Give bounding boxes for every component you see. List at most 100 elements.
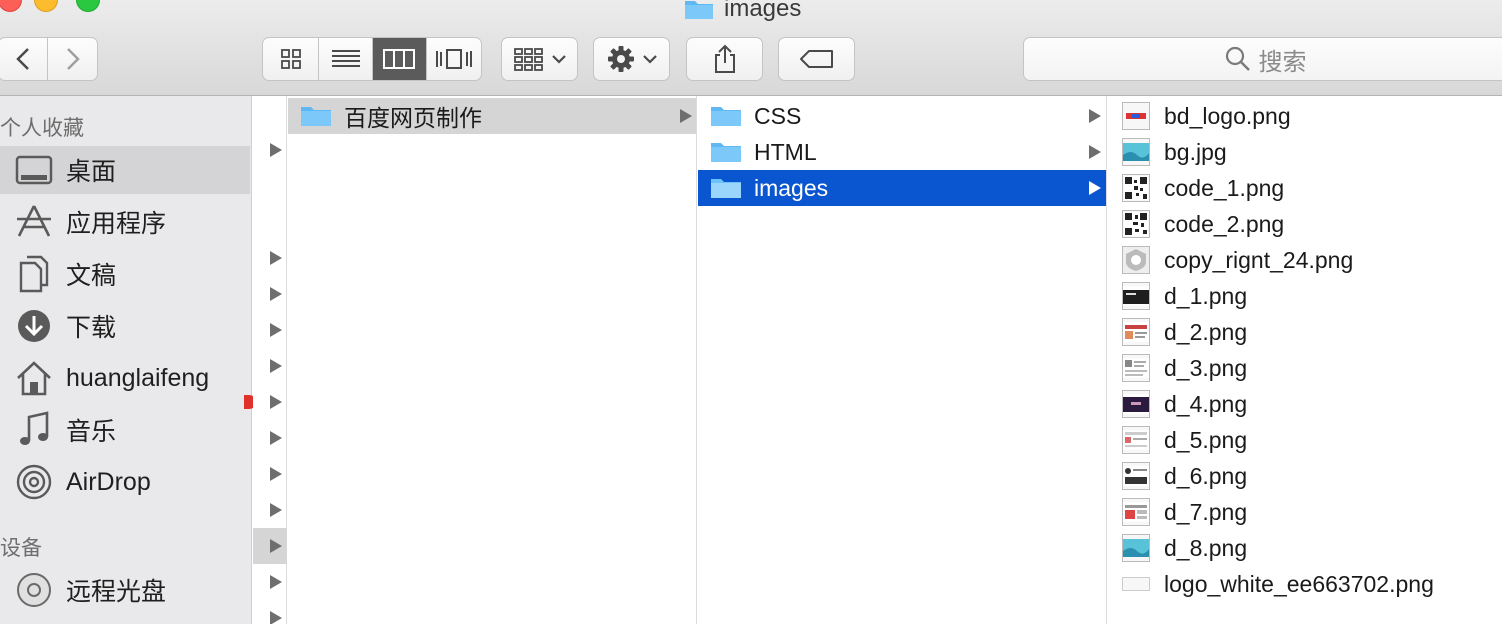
search-icon (1225, 46, 1250, 71)
arrange-button[interactable] (501, 37, 578, 81)
file-row[interactable]: logo_white_ee663702.png (1108, 566, 1434, 602)
file-name: d_7.png (1164, 498, 1248, 525)
disclosure-arrow-icon (1089, 109, 1101, 123)
sidebar-item-downloads[interactable]: 下载 (0, 302, 250, 350)
file-name: d_1.png (1164, 282, 1248, 309)
column-baidu: 百度网页制作 (288, 96, 697, 624)
action-menu-button[interactable] (593, 37, 670, 81)
file-row[interactable]: d_8.png (1108, 530, 1247, 566)
chevron-down-icon (642, 55, 657, 64)
sidebar-item-label: 音乐 (66, 418, 117, 446)
folder-row[interactable]: HTML (698, 134, 1106, 170)
file-name: d_2.png (1164, 318, 1248, 345)
window-title-text: images (724, 0, 802, 22)
image-thumbnail-icon (1122, 498, 1150, 526)
file-row[interactable]: copy_rignt_24.png (1108, 242, 1353, 278)
zoom-window-button[interactable] (76, 0, 100, 12)
sidebar-item-label: huanglaifeng (66, 363, 210, 392)
forward-button[interactable] (48, 38, 97, 80)
folder-icon (711, 179, 741, 198)
file-name: d_6.png (1164, 462, 1248, 489)
file-row[interactable]: code_2.png (1108, 206, 1284, 242)
window-title: images (684, 0, 801, 22)
sidebar-item-remote-disc[interactable]: 远程光盘 (0, 566, 250, 614)
disclosure-arrow-icon[interactable] (270, 503, 282, 517)
view-mode-selector (262, 37, 482, 81)
disclosure-arrow-icon[interactable] (270, 251, 282, 265)
image-thumbnail-icon (1122, 138, 1150, 166)
disclosure-arrow-icon[interactable] (270, 359, 282, 373)
cover-flow-icon (435, 49, 472, 69)
file-row[interactable]: d_4.png (1108, 386, 1247, 422)
sidebar-item-documents[interactable]: 文稿 (0, 250, 250, 298)
file-name: copy_rignt_24.png (1164, 246, 1354, 273)
file-row[interactable]: d_2.png (1108, 314, 1247, 350)
column-view-icon (383, 49, 416, 69)
file-row[interactable]: d_5.png (1108, 422, 1247, 458)
disclosure-arrow-icon[interactable] (270, 611, 282, 624)
minimize-window-button[interactable] (34, 0, 58, 12)
disclosure-arrow-icon[interactable] (270, 575, 282, 589)
share-button[interactable] (686, 37, 763, 81)
file-name: d_3.png (1164, 354, 1248, 381)
image-thumbnail-icon (1122, 426, 1150, 454)
close-window-button[interactable] (0, 0, 22, 12)
disclosure-arrow-icon[interactable] (270, 431, 282, 445)
tag-icon (799, 50, 833, 68)
folder-icon (711, 143, 741, 162)
folder-icon (711, 107, 741, 126)
disclosure-arrow-icon[interactable] (270, 395, 282, 409)
sidebar-item-music[interactable]: 音乐 (0, 406, 250, 454)
column-view-button[interactable] (373, 38, 427, 80)
folder-row-selected[interactable]: images (698, 170, 1106, 206)
sidebar-item-applications[interactable]: 应用程序 (0, 198, 250, 246)
image-thumbnail-icon (1122, 102, 1150, 130)
chevron-right-icon (66, 48, 80, 70)
disclosure-arrow-icon[interactable] (270, 539, 282, 553)
image-thumbnail-icon (1122, 462, 1150, 490)
share-icon (714, 44, 735, 73)
sidebar-item-home[interactable]: huanglaifeng (0, 354, 250, 402)
sidebar-item-label: 桌面 (66, 158, 117, 186)
chevron-left-icon (16, 48, 29, 70)
disc-icon (14, 570, 54, 610)
file-row[interactable]: d_6.png (1108, 458, 1247, 494)
image-thumbnail-icon (1122, 390, 1150, 418)
airdrop-icon (14, 462, 54, 502)
file-row[interactable]: d_7.png (1108, 494, 1247, 530)
file-row[interactable]: code_1.png (1108, 170, 1284, 206)
qr-code-icon (1122, 210, 1150, 238)
tags-button[interactable] (778, 37, 855, 81)
file-row[interactable]: d_3.png (1108, 350, 1247, 386)
sidebar-item-airdrop[interactable]: AirDrop (0, 458, 250, 506)
file-row[interactable]: bd_logo.png (1108, 98, 1291, 134)
image-thumbnail-icon (1122, 577, 1150, 591)
disclosure-arrow-icon (1089, 181, 1101, 195)
disclosure-arrow-icon[interactable] (270, 323, 282, 337)
column-parent (253, 96, 287, 624)
file-row[interactable]: d_1.png (1108, 278, 1247, 314)
file-name: code_2.png (1164, 210, 1285, 237)
icon-view-button[interactable] (263, 38, 320, 80)
folder-row[interactable]: CSS (698, 98, 1106, 134)
folder-row[interactable]: 百度网页制作 (288, 98, 696, 134)
sidebar-item-desktop[interactable]: 桌面 (0, 146, 250, 194)
sidebar-item-label: 应用程序 (66, 210, 167, 238)
list-view-button[interactable] (319, 38, 373, 80)
music-icon (14, 410, 54, 450)
nav-buttons (0, 37, 98, 81)
back-button[interactable] (0, 38, 49, 80)
column-images: bd_logo.png bg.jpg code_1.png code_2.png… (1108, 96, 1502, 624)
file-name: d_8.png (1164, 534, 1248, 561)
file-name: code_1.png (1164, 174, 1285, 201)
disclosure-arrow-icon[interactable] (270, 143, 282, 157)
disclosure-arrow-icon[interactable] (270, 287, 282, 301)
disclosure-arrow-icon (680, 109, 692, 123)
sidebar: 个人收藏 桌面 应用程序 文稿 下载 huanglaifeng 音乐 AirDr… (0, 96, 252, 624)
file-row[interactable]: bg.jpg (1108, 134, 1227, 170)
disclosure-arrow-icon[interactable] (270, 467, 282, 481)
qr-code-icon (1122, 174, 1150, 202)
file-name: bg.jpg (1164, 138, 1227, 165)
search-field[interactable]: 搜索 (1023, 37, 1502, 81)
cover-flow-button[interactable] (427, 38, 481, 80)
